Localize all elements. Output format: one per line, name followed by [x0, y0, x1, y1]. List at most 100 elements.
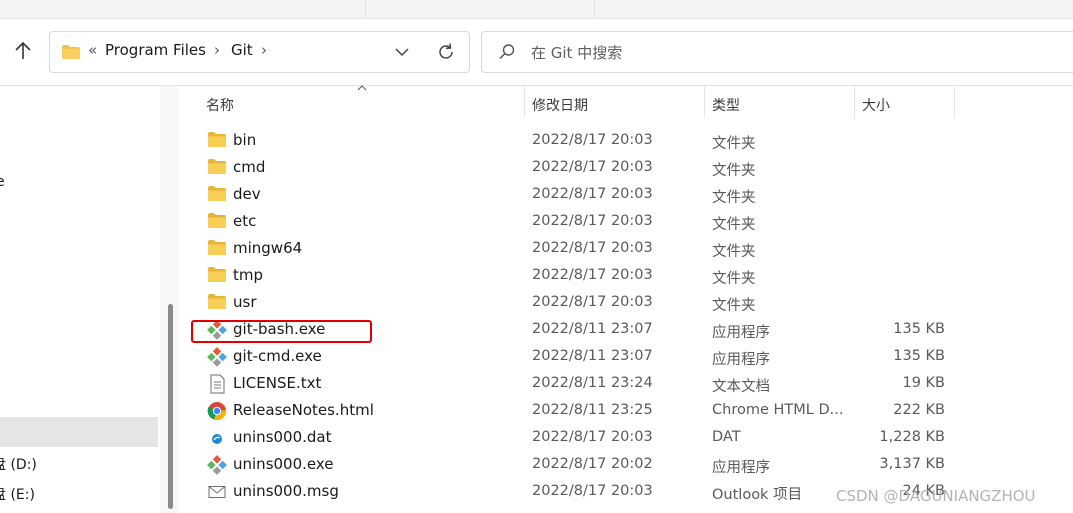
column-size[interactable]: 大小 — [862, 95, 890, 115]
git-icon — [207, 455, 227, 475]
file-date: 2022/8/11 23:07 — [532, 348, 653, 364]
file-row[interactable]: cmd 2022/8/17 20:03 文件夹 — [178, 154, 1073, 181]
file-name[interactable]: dev — [233, 185, 261, 203]
file-name[interactable]: unins000.exe — [233, 455, 334, 473]
column-divider[interactable] — [954, 86, 955, 118]
file-type: 文件夹 — [712, 190, 756, 206]
column-header: 名称 修改日期 类型 大小 — [178, 85, 1073, 118]
file-name[interactable]: cmd — [233, 158, 265, 176]
file-date: 2022/8/17 20:03 — [532, 213, 653, 229]
refresh-icon[interactable] — [435, 41, 457, 63]
nav-item-selected[interactable] — [0, 417, 158, 447]
column-divider[interactable] — [854, 86, 855, 118]
file-date: 2022/8/17 20:03 — [532, 186, 653, 202]
file-date: 2022/8/11 23:24 — [532, 375, 653, 391]
tab-segment[interactable] — [366, 0, 595, 18]
file-name[interactable]: etc — [233, 212, 256, 230]
folder-icon — [207, 293, 227, 313]
file-type: 文件夹 — [712, 217, 756, 233]
file-size: 222 KB — [893, 402, 945, 418]
file-date: 2022/8/11 23:07 — [532, 321, 653, 337]
arrow-up-icon — [15, 41, 31, 59]
file-type: 文本文档 — [712, 379, 770, 395]
search-icon — [499, 44, 515, 60]
file-name[interactable]: usr — [233, 293, 257, 311]
toolbar: « Program Files › Git › 在 Git 中搜索 — [0, 19, 1073, 86]
folder-icon — [207, 212, 227, 232]
nav-item-partial[interactable]: e — [0, 174, 5, 190]
breadcrumb-program-files[interactable]: Program Files — [105, 41, 206, 59]
column-divider[interactable] — [704, 86, 705, 118]
column-name[interactable]: 名称 — [206, 95, 234, 115]
file-date: 2022/8/17 20:03 — [532, 240, 653, 256]
file-name[interactable]: bin — [233, 131, 256, 149]
chrome-icon — [207, 401, 227, 421]
navigation-pane: e 盘 (D:) 盘 (E:) — [0, 86, 160, 513]
file-row[interactable]: unins000.dat 2022/8/17 20:03 DAT 1,228 KB — [178, 424, 1073, 451]
file-name[interactable]: tmp — [233, 266, 263, 284]
tab-strip — [0, 0, 1073, 19]
search-placeholder[interactable]: 在 Git 中搜索 — [531, 42, 622, 63]
folder-icon — [207, 266, 227, 286]
file-type: 文件夹 — [712, 163, 756, 179]
up-button[interactable] — [11, 39, 35, 63]
file-date: 2022/8/17 20:03 — [532, 132, 653, 148]
file-name[interactable]: git-cmd.exe — [233, 347, 322, 365]
address-bar[interactable]: « Program Files › Git › — [49, 31, 470, 73]
folder-icon — [207, 158, 227, 178]
folder-icon — [207, 185, 227, 205]
file-row[interactable]: bin 2022/8/17 20:03 文件夹 — [178, 127, 1073, 154]
column-divider[interactable] — [524, 86, 525, 118]
file-type: Outlook 项目 — [712, 487, 803, 503]
file-type: 应用程序 — [712, 325, 770, 341]
tab-segment[interactable] — [0, 0, 366, 18]
folder-icon — [207, 239, 227, 259]
breadcrumb-git[interactable]: Git — [231, 41, 253, 59]
file-date: 2022/8/17 20:03 — [532, 159, 653, 175]
nav-scrollbar-thumb[interactable] — [168, 304, 173, 509]
file-row[interactable]: etc 2022/8/17 20:03 文件夹 — [178, 208, 1073, 235]
nav-item-drive-e[interactable]: 盘 (E:) — [0, 484, 35, 504]
file-name[interactable]: LICENSE.txt — [233, 374, 321, 392]
file-row[interactable]: mingw64 2022/8/17 20:03 文件夹 — [178, 235, 1073, 262]
breadcrumb-overflow[interactable]: « — [88, 41, 97, 59]
file-row[interactable]: unins000.exe 2022/8/17 20:02 应用程序 3,137 KB — [178, 451, 1073, 478]
file-row[interactable]: dev 2022/8/17 20:03 文件夹 — [178, 181, 1073, 208]
chevron-down-icon[interactable] — [393, 44, 411, 60]
file-date: 2022/8/17 20:03 — [532, 483, 653, 499]
file-row[interactable]: usr 2022/8/17 20:03 文件夹 — [178, 289, 1073, 316]
file-date: 2022/8/17 20:03 — [532, 267, 653, 283]
text-file-icon — [207, 374, 227, 394]
file-size: 19 KB — [902, 375, 945, 391]
file-size: 1,228 KB — [879, 429, 945, 445]
search-box[interactable]: 在 Git 中搜索 — [481, 31, 1073, 73]
sort-ascending-icon — [357, 85, 367, 91]
file-type: 文件夹 — [712, 271, 756, 287]
breadcrumb-separator[interactable]: › — [261, 41, 267, 59]
file-row[interactable]: tmp 2022/8/17 20:03 文件夹 — [178, 262, 1073, 289]
file-date: 2022/8/11 23:25 — [532, 402, 653, 418]
file-type: 文件夹 — [712, 136, 756, 152]
file-name[interactable]: unins000.msg — [233, 482, 339, 500]
column-type[interactable]: 类型 — [712, 95, 740, 115]
folder-icon — [207, 131, 227, 151]
file-row[interactable]: LICENSE.txt 2022/8/11 23:24 文本文档 19 KB — [178, 370, 1073, 397]
file-name[interactable]: mingw64 — [233, 239, 302, 257]
file-type: 应用程序 — [712, 352, 770, 368]
highlight-box — [191, 320, 372, 343]
file-type: 文件夹 — [712, 298, 756, 314]
file-row[interactable]: ReleaseNotes.html 2022/8/11 23:25 Chrome H… — [178, 397, 1073, 424]
file-date: 2022/8/17 20:03 — [532, 294, 653, 310]
file-type: Chrome HTML D... — [712, 402, 844, 418]
file-name[interactable]: ReleaseNotes.html — [233, 401, 374, 419]
file-date: 2022/8/17 20:02 — [532, 456, 653, 472]
nav-scrollbar[interactable] — [160, 86, 178, 513]
nav-item-drive-d[interactable]: 盘 (D:) — [0, 454, 37, 474]
git-icon — [207, 347, 227, 367]
file-name[interactable]: unins000.dat — [233, 428, 332, 446]
column-date[interactable]: 修改日期 — [532, 95, 588, 115]
breadcrumb-separator[interactable]: › — [214, 41, 220, 59]
mail-icon — [207, 482, 227, 502]
file-row[interactable]: git-cmd.exe 2022/8/11 23:07 应用程序 135 KB — [178, 343, 1073, 370]
dat-file-icon — [207, 428, 227, 448]
